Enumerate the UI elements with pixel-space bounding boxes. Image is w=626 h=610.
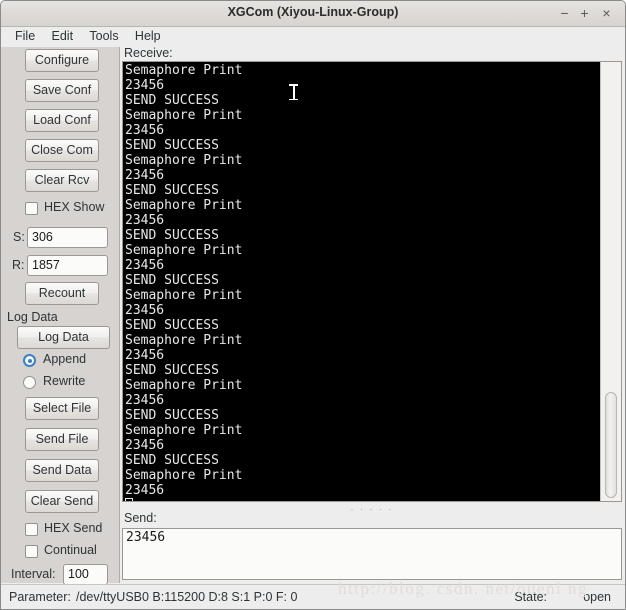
terminal-line: Semaphore Print — [125, 243, 243, 258]
menu-item-edit[interactable]: Edit — [46, 27, 81, 45]
parameter-label: Parameter: — [9, 590, 71, 604]
hex-show-checkbox[interactable] — [25, 202, 38, 215]
clear-send-button[interactable]: Clear Send — [25, 490, 99, 513]
terminal-line: Semaphore Print — [125, 288, 243, 303]
terminal-line: SEND SUCCESS — [125, 183, 219, 198]
receive-terminal[interactable]: Semaphore Print 23456 SEND SUCCESS Semaphor… — [123, 62, 600, 501]
send-file-button[interactable]: Send File — [25, 428, 99, 451]
terminal-line: Semaphore Print — [125, 468, 243, 483]
terminal-line: SEND SUCCESS — [125, 273, 219, 288]
terminal-line: Semaphore Print — [125, 198, 243, 213]
receive-scrollbar[interactable] — [600, 62, 621, 501]
terminal-line: 23456 — [125, 168, 165, 183]
control-sidebar: Configure Save Conf Load Conf Close Com … — [1, 47, 120, 585]
append-label: Append — [43, 352, 87, 366]
terminal-line: 23456 — [125, 213, 165, 228]
hex-send-checkbox[interactable] — [25, 523, 38, 536]
send-label: Send: — [124, 511, 157, 525]
rewrite-radio[interactable] — [23, 376, 36, 389]
terminal-line: 23456 — [125, 303, 165, 318]
terminal-line: SEND SUCCESS — [125, 93, 219, 108]
state-value: open — [583, 590, 611, 604]
text-cursor — [125, 498, 133, 501]
sent-count-label: S: — [13, 230, 25, 244]
send-data-button[interactable]: Send Data — [25, 459, 99, 482]
terminal-line: SEND SUCCESS — [125, 408, 219, 423]
send-textarea-value: 23456 — [126, 530, 166, 545]
terminal-line: SEND SUCCESS — [125, 363, 219, 378]
hex-show-label: HEX Show — [44, 200, 105, 214]
menu-bar: File Edit Tools Help — [1, 27, 625, 47]
terminal-line: 23456 — [125, 78, 165, 93]
clear-rcv-button[interactable]: Clear Rcv — [25, 169, 99, 192]
log-data-group-label: Log Data — [7, 310, 58, 324]
log-data-button[interactable]: Log Data — [17, 326, 110, 349]
continual-label: Continual — [44, 543, 97, 557]
status-bar: Parameter: /dev/ttyUSB0 B:115200 D:8 S:1… — [1, 584, 625, 609]
select-file-button[interactable]: Select File — [25, 397, 99, 420]
recount-button[interactable]: Recount — [25, 282, 99, 305]
send-area[interactable]: 23456 — [122, 528, 622, 580]
continual-checkbox[interactable] — [25, 545, 38, 558]
load-conf-button[interactable]: Load Conf — [25, 109, 99, 132]
terminal-line: 23456 — [125, 348, 165, 363]
terminal-line: Semaphore Print — [125, 63, 243, 78]
recv-count-field[interactable]: 1857 — [27, 255, 108, 276]
close-com-button[interactable]: Close Com — [25, 139, 99, 162]
terminal-line: Semaphore Print — [125, 378, 243, 393]
terminal-line: SEND SUCCESS — [125, 453, 219, 468]
state-label: State: — [514, 590, 547, 604]
minimize-icon[interactable]: − — [556, 5, 573, 22]
receive-terminal-lines: Semaphore Print 23456 SEND SUCCESS Semaphor… — [125, 63, 600, 498]
pane-splitter[interactable]: · · · · · — [122, 504, 622, 514]
title-bar: XGCom (Xiyou-Linux-Group) − + × — [1, 1, 625, 27]
save-conf-button[interactable]: Save Conf — [25, 79, 99, 102]
menu-item-help[interactable]: Help — [129, 27, 168, 45]
receive-label: Receive: — [124, 46, 173, 60]
parameter-value: /dev/ttyUSB0 B:115200 D:8 S:1 P:0 F: 0 — [76, 590, 298, 604]
menu-item-file[interactable]: File — [9, 27, 42, 45]
splitter-grip-icon: · · · · · — [350, 504, 394, 514]
application-window: XGCom (Xiyou-Linux-Group) − + × File Edi… — [0, 0, 626, 610]
terminal-line: Semaphore Print — [125, 333, 243, 348]
terminal-line: Semaphore Print — [125, 153, 243, 168]
terminal-line: SEND SUCCESS — [125, 318, 219, 333]
receive-scrollbar-thumb[interactable] — [605, 392, 617, 498]
terminal-line: 23456 — [125, 393, 165, 408]
terminal-line: 23456 — [125, 438, 165, 453]
terminal-line: Semaphore Print — [125, 108, 243, 123]
menu-item-tools[interactable]: Tools — [83, 27, 125, 45]
main-body: Configure Save Conf Load Conf Close Com … — [1, 46, 625, 585]
terminal-line: SEND SUCCESS — [125, 228, 219, 243]
rewrite-label: Rewrite — [43, 374, 86, 388]
sent-count-field[interactable]: 306 — [27, 227, 108, 248]
terminal-line: 23456 — [125, 123, 165, 138]
io-pane: Receive: Semaphore Print 23456 SEND SUCCES… — [120, 46, 625, 583]
receive-area: Semaphore Print 23456 SEND SUCCESS Semaphor… — [122, 61, 622, 502]
interval-label: Interval: — [11, 567, 56, 581]
hex-send-label: HEX Send — [44, 521, 103, 535]
close-icon[interactable]: × — [598, 5, 615, 22]
interval-field[interactable]: 100 — [63, 564, 108, 585]
maximize-icon[interactable]: + — [576, 5, 593, 22]
recv-count-label: R: — [12, 258, 25, 272]
terminal-line: 23456 — [125, 483, 165, 498]
terminal-line: 23456 — [125, 258, 165, 273]
configure-button[interactable]: Configure — [25, 49, 99, 72]
append-radio[interactable] — [23, 354, 36, 367]
terminal-line: SEND SUCCESS — [125, 138, 219, 153]
terminal-line: Semaphore Print — [125, 423, 243, 438]
window-title: XGCom (Xiyou-Linux-Group) — [227, 5, 399, 19]
